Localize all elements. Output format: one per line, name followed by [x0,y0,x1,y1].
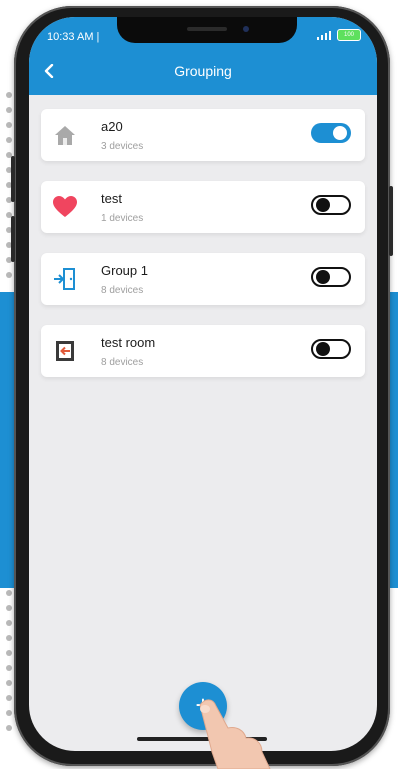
add-group-button[interactable]: + [179,682,227,730]
group-name: a20 [101,119,123,134]
group-toggle[interactable] [311,339,351,359]
heart-icon [51,193,79,221]
home-indicator [137,737,267,741]
side-button [11,216,15,262]
group-name: test room [101,335,156,350]
status-time: 10:33 AM | [47,31,100,43]
device-count: 3 devices [101,141,144,152]
binding-dots-bottom [6,590,14,740]
camera-icon [243,26,249,32]
side-button [11,156,15,202]
status-icons: 100 [316,29,361,41]
group-list: a20 3 devices test 1 devices Group 1 8 d… [41,109,365,397]
signal-icon [317,31,331,40]
app-screen: 10:33 AM | 100 Grouping a20 3 devices te… [29,17,377,751]
group-card[interactable]: test 1 devices [41,181,365,233]
group-card[interactable]: Group 1 8 devices [41,253,365,305]
device-count: 1 devices [101,213,144,224]
page-title: Grouping [174,63,232,79]
group-toggle[interactable] [311,267,351,287]
device-count: 8 devices [101,357,144,368]
group-toggle[interactable] [311,123,351,143]
device-count: 8 devices [101,285,144,296]
app-header: 10:33 AM | 100 Grouping [29,17,377,95]
group-card[interactable]: a20 3 devices [41,109,365,161]
speaker [187,27,227,31]
power-button [389,186,393,256]
group-name: Group 1 [101,263,148,278]
group-card[interactable]: test room 8 devices [41,325,365,377]
group-name: test [101,191,122,206]
home-icon [51,121,79,149]
group-toggle[interactable] [311,195,351,215]
battery-icon: 100 [337,29,361,41]
door-enter-icon [51,337,79,365]
door-exit-icon [51,265,79,293]
notch [117,17,297,43]
